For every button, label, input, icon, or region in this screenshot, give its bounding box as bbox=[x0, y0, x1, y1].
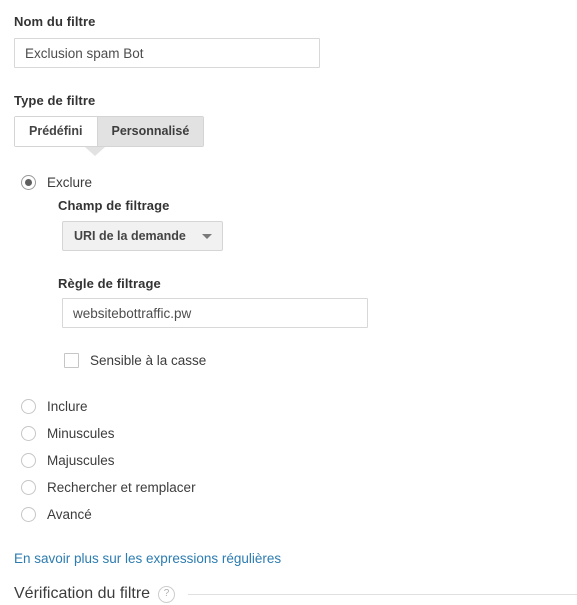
radio-indicator-inclure[interactable] bbox=[21, 399, 36, 414]
active-tab-caret-icon bbox=[85, 147, 105, 156]
tab-predefined[interactable]: Prédéfini bbox=[15, 117, 97, 146]
case-sensitive-label: Sensible à la casse bbox=[90, 353, 207, 368]
radio-indicator-minuscules[interactable] bbox=[21, 426, 36, 441]
learn-more-regex-link[interactable]: En savoir plus sur les expressions régul… bbox=[14, 551, 281, 566]
chevron-down-icon bbox=[201, 233, 212, 239]
filter-field-label: Champ de filtrage bbox=[58, 198, 170, 213]
case-sensitive-row[interactable]: Sensible à la casse bbox=[64, 353, 206, 368]
filter-verification-section: Vérification du filtre ? bbox=[14, 585, 577, 603]
case-sensitive-checkbox[interactable] bbox=[64, 353, 79, 368]
radio-option-exclure[interactable]: Exclure bbox=[21, 175, 92, 190]
radio-indicator-avance[interactable] bbox=[21, 507, 36, 522]
radio-option-rechercher-remplacer[interactable]: Rechercher et remplacer bbox=[21, 480, 196, 495]
filter-verification-title: Vérification du filtre bbox=[14, 585, 151, 602]
filter-type-label: Type de filtre bbox=[14, 93, 96, 108]
radio-option-avance[interactable]: Avancé bbox=[21, 507, 92, 522]
section-divider bbox=[188, 593, 577, 595]
radio-option-minuscules[interactable]: Minuscules bbox=[21, 426, 115, 441]
radio-label-majuscules: Majuscules bbox=[47, 453, 115, 468]
filter-settings-panel: Nom du filtre Type de filtre Prédéfini P… bbox=[0, 0, 577, 605]
filter-name-input[interactable] bbox=[14, 38, 320, 68]
help-question-icon[interactable]: ? bbox=[158, 585, 176, 603]
radio-option-inclure[interactable]: Inclure bbox=[21, 399, 88, 414]
radio-label-rechercher-remplacer: Rechercher et remplacer bbox=[47, 480, 196, 495]
filter-type-group: Type de filtre Prédéfini Personnalisé bbox=[14, 93, 205, 147]
tab-custom[interactable]: Personnalisé bbox=[96, 117, 204, 146]
radio-label-avance: Avancé bbox=[47, 507, 92, 522]
radio-label-minuscules: Minuscules bbox=[47, 426, 115, 441]
filter-pattern-label: Règle de filtrage bbox=[58, 276, 161, 291]
radio-indicator-exclure[interactable] bbox=[21, 175, 36, 190]
radio-label-inclure: Inclure bbox=[47, 399, 88, 414]
filter-field-selected-value: URI de la demande bbox=[74, 229, 186, 243]
radio-option-majuscules[interactable]: Majuscules bbox=[21, 453, 115, 468]
filter-name-label: Nom du filtre bbox=[14, 14, 96, 29]
radio-indicator-rechercher-remplacer[interactable] bbox=[21, 480, 36, 495]
filter-type-tabs: Prédéfini Personnalisé bbox=[14, 116, 205, 147]
filter-pattern-input[interactable] bbox=[62, 298, 368, 328]
filter-name-group: Nom du filtre bbox=[14, 14, 334, 68]
filter-field-dropdown[interactable]: URI de la demande bbox=[62, 221, 223, 251]
radio-indicator-majuscules[interactable] bbox=[21, 453, 36, 468]
radio-label-exclure: Exclure bbox=[47, 175, 93, 190]
